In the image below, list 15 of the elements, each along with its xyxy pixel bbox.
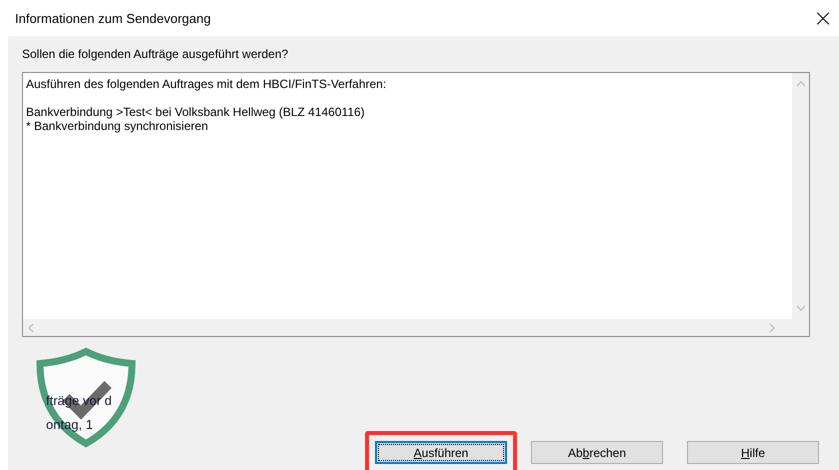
- details-line: Ausführen des folgenden Auftrages mit dem HBCI/FinTS-Verfahren:: [26, 77, 388, 91]
- scroll-down-icon[interactable]: [796, 305, 806, 311]
- window-title: Informationen zum Sendevorgang: [15, 10, 211, 26]
- details-text-area[interactable]: Ausführen des folgenden Auftrages mit dem HBCI/FinTS-Verfahren: Bankverbindung >Test< bei Volksbank Hellweg (BLZ 41460116) * Bankverbindung synchronisieren: [22, 72, 810, 337]
- details-line: * Bankverbindung synchronisieren: [26, 119, 210, 133]
- dialog-button[interactable]: Abbrechen: [531, 441, 663, 464]
- scroll-left-icon[interactable]: [28, 322, 34, 332]
- close-button[interactable]: ×: [807, 4, 839, 32]
- scroll-right-icon[interactable]: [769, 322, 775, 332]
- shield-check-icon: [36, 347, 136, 448]
- details-line: Bankverbindung >Test< bei Volksbank Hellweg (BLZ 41460116): [26, 105, 366, 119]
- dialog-button[interactable]: Hilfe: [687, 441, 819, 464]
- dialog-button[interactable]: Ausführen: [375, 441, 507, 464]
- prompt-text: Sollen die folgenden Aufträge ausgeführt werden?: [22, 46, 290, 63]
- scroll-up-icon[interactable]: [796, 81, 806, 87]
